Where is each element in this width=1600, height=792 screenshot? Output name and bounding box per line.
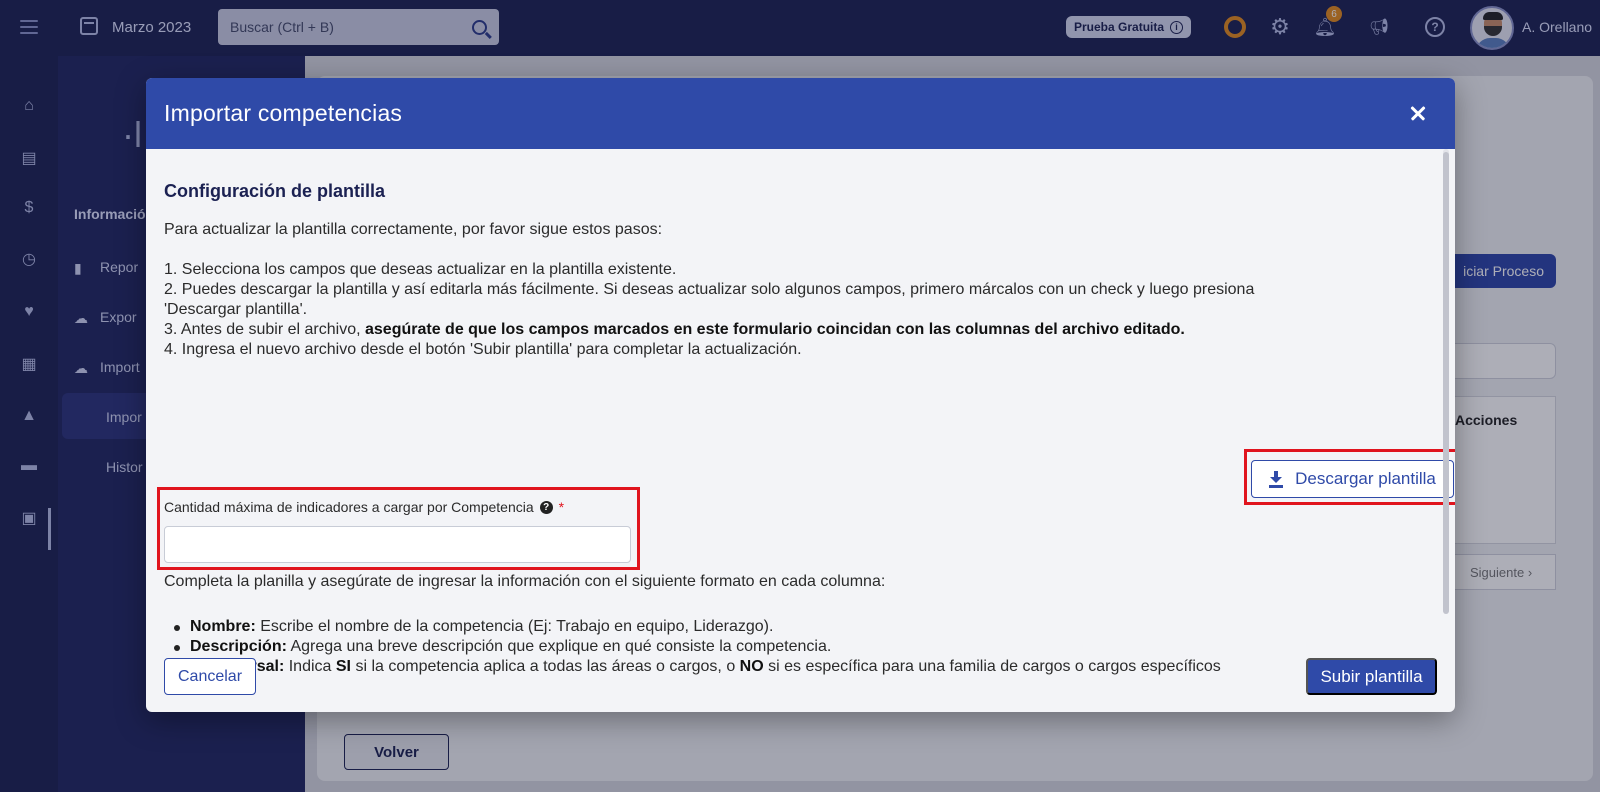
download-icon [1269,471,1284,488]
import-modal: Importar competencias Configuración de p… [146,78,1455,712]
question-icon[interactable]: ? [539,500,553,514]
max-indicators-input[interactable] [164,526,631,563]
download-template-button[interactable]: Descargar plantilla [1251,460,1454,498]
download-template-label: Descargar plantilla [1295,469,1436,488]
close-icon[interactable] [1407,102,1429,124]
step-3: 3. Antes de subir el archivo, asegúrate … [164,321,1185,338]
step-1: 1. Selecciona los campos que deseas actu… [164,261,677,278]
step-2-line-1: 2. Puedes descargar la plantilla y así e… [164,281,1255,298]
upload-template-button[interactable]: Subir plantilla [1306,658,1437,695]
modal-header: Importar competencias [146,78,1455,149]
section-title: Configuración de plantilla [164,181,386,201]
format-list: Nombre: Escribe el nombre de la competen… [172,618,1221,678]
cancel-button[interactable]: Cancelar [164,658,256,695]
max-indicators-label: Cantidad máxima de indicadores a cargar … [164,499,565,515]
list-item-nombre: Nombre: Escribe el nombre de la competen… [172,618,1221,638]
intro-text: Para actualizar la plantilla correctamen… [164,221,663,238]
step-2-line-2: 'Descargar plantilla'. [164,301,308,318]
modal-title: Importar competencias [164,100,403,126]
list-item-descripcion: Descripción: Agrega una breve descripció… [172,638,1221,658]
format-intro: Completa la planilla y asegúrate de ingr… [164,573,886,590]
step-4: 4. Ingresa el nuevo archivo desde el bot… [164,341,802,358]
modal-scrollbar-thumb[interactable] [1443,152,1449,614]
required-mark: * [558,499,565,515]
list-item-transversal: Transversal: Indica SI si la competencia… [172,658,1221,678]
